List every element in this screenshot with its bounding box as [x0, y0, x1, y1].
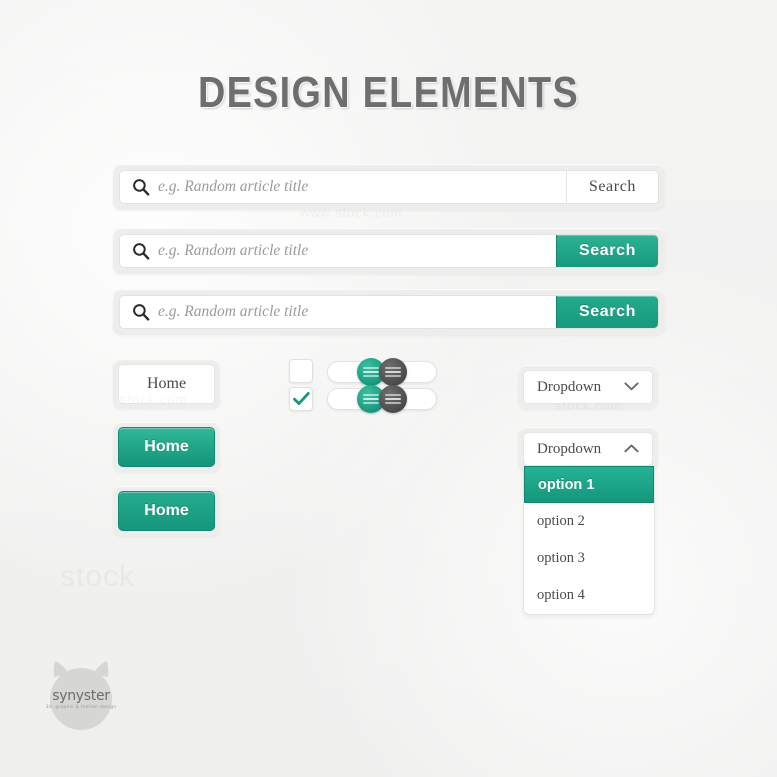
dropdown-option-3[interactable]: option 3 — [524, 540, 654, 577]
checkbox-unchecked[interactable] — [289, 359, 313, 383]
search-button-plain[interactable]: Search — [565, 171, 658, 203]
search-bar-teal-inner: Search — [119, 234, 659, 268]
home-button-teal[interactable]: Home — [118, 427, 215, 467]
dropdown-option-4[interactable]: option 4 — [524, 577, 654, 614]
checkbox-checked[interactable] — [289, 387, 313, 411]
dropdown-open-frame: Dropdown — [518, 427, 658, 471]
toggle-knob-icon — [379, 358, 407, 386]
logo-tagline: 3d, graphic & motion design — [45, 705, 117, 710]
toggle-dark-off-bottom[interactable] — [379, 385, 437, 413]
home-button-teal-frame: Home — [113, 422, 220, 472]
search-icon — [124, 242, 158, 260]
search-icon — [124, 178, 158, 196]
toggle-teal-on-top[interactable] — [327, 358, 385, 386]
dropdown-option-1[interactable]: option 1 — [524, 466, 654, 503]
search-input-plain[interactable] — [158, 171, 566, 203]
home-button-white-frame: Home — [113, 359, 220, 409]
search-icon — [124, 303, 158, 321]
dropdown-closed[interactable]: Dropdown — [523, 370, 653, 404]
dropdown-option-list: option 1 option 2 option 3 option 4 — [523, 466, 655, 615]
home-button-teal-flat-frame: Home — [113, 486, 220, 536]
dropdown-open[interactable]: Dropdown — [523, 432, 653, 466]
home-button-white[interactable]: Home — [118, 364, 215, 404]
dropdown-closed-frame: Dropdown — [518, 365, 658, 409]
logo-text: synyster — [52, 688, 110, 704]
toggle-knob-icon — [379, 385, 407, 413]
search-input-teal-flat[interactable] — [158, 296, 557, 328]
chevron-down-icon[interactable] — [624, 378, 639, 396]
watermark: stock — [60, 560, 136, 593]
check-icon — [292, 391, 310, 407]
toggle-dark-off-top[interactable] — [379, 358, 437, 386]
search-input-teal[interactable] — [158, 235, 557, 267]
chevron-up-icon[interactable] — [624, 440, 639, 458]
dropdown-option-2[interactable]: option 2 — [524, 503, 654, 540]
search-bar-plain-inner: Search — [119, 170, 659, 204]
search-bar-teal-flat: Search — [113, 289, 665, 335]
logo: synyster 3d, graphic & motion design — [40, 655, 122, 737]
toggle-teal-on-bottom[interactable] — [327, 385, 385, 413]
home-button-teal-flat[interactable]: Home — [118, 491, 215, 531]
search-button-teal-flat[interactable]: Search — [556, 296, 658, 328]
page-title: DESIGN ELEMENTS — [198, 68, 579, 117]
search-bar-teal-flat-inner: Search — [119, 295, 659, 329]
search-bar-plain: Search — [113, 164, 665, 210]
dropdown-open-label: Dropdown — [537, 440, 602, 457]
search-bar-teal: Search — [113, 228, 665, 274]
search-button-teal[interactable]: Search — [556, 235, 658, 267]
dropdown-closed-label: Dropdown — [537, 378, 602, 395]
